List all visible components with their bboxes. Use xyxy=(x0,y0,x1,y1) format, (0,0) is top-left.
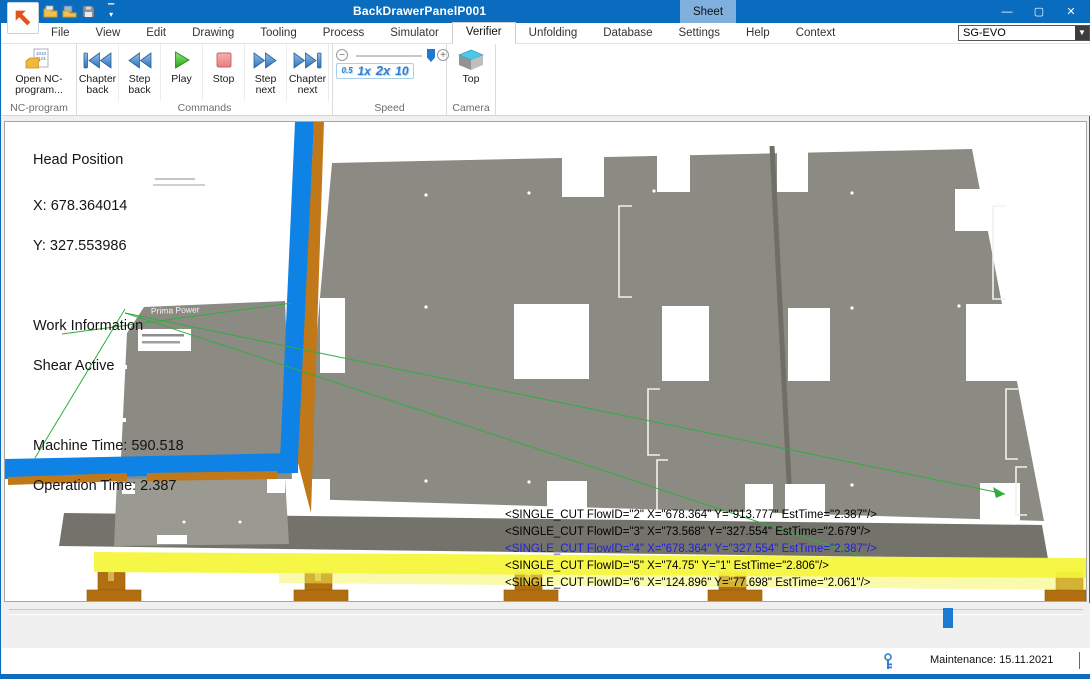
stop-button[interactable]: Stop xyxy=(203,44,245,101)
chapter-next-label: Chapter next xyxy=(286,74,330,96)
chapter-next-icon xyxy=(293,49,322,71)
nc-line: <SINGLE_CUT FlowID="3" X="73.568" Y="327… xyxy=(505,526,871,538)
dropdown-arrow-icon[interactable]: ▼ xyxy=(1075,26,1089,40)
maintenance-date: Maintenance: 15.11.2021 xyxy=(930,654,1053,666)
chapter-back-button[interactable]: Chapter back xyxy=(77,44,119,101)
minimize-button[interactable]: — xyxy=(991,0,1023,23)
stop-icon xyxy=(216,49,232,71)
speed-preset-05x[interactable]: 0.5 xyxy=(341,64,352,78)
tab-drawing[interactable]: Drawing xyxy=(179,23,247,43)
ribbon: 1010 0101 Open NC-program... NC-program … xyxy=(2,44,1090,116)
save-icon[interactable] xyxy=(81,4,96,19)
nc-line-active: <SINGLE_CUT FlowID="4" X="678.364" Y="32… xyxy=(505,543,877,555)
play-icon xyxy=(174,49,190,71)
group-label-nc-program: NC-program xyxy=(2,102,76,114)
close-button[interactable]: ✕ xyxy=(1055,0,1087,23)
speed-preset-2x[interactable]: 2x xyxy=(376,64,390,78)
timeline-strip xyxy=(2,603,1090,648)
camera-top-label: Top xyxy=(463,74,480,85)
quick-access-toolbar: ▔▾ xyxy=(43,4,114,19)
play-label: Play xyxy=(171,74,191,85)
tab-help[interactable]: Help xyxy=(733,23,783,43)
maximize-button[interactable]: ▢ xyxy=(1023,0,1055,23)
ribbon-tab-bar: File View Edit Drawing Tooling Process S… xyxy=(2,23,1090,44)
group-speed: − + 0.5 1x 2x 10 Speed xyxy=(333,44,447,115)
chapter-back-label: Chapter back xyxy=(78,74,118,96)
open-machine-icon[interactable] xyxy=(62,4,77,19)
group-nc-program: 1010 0101 Open NC-program... NC-program xyxy=(2,44,77,115)
open-nc-program-label: Open NC-program... xyxy=(5,74,73,96)
group-label-speed: Speed xyxy=(333,102,446,114)
tab-settings[interactable]: Settings xyxy=(665,23,733,43)
speed-preset-1x[interactable]: 1x xyxy=(358,64,371,78)
tab-simulator[interactable]: Simulator xyxy=(377,23,452,43)
head-position-title: Head Position xyxy=(33,154,184,168)
tab-verifier[interactable]: Verifier xyxy=(452,22,516,45)
step-next-icon xyxy=(253,49,278,71)
camera-top-button[interactable]: Top xyxy=(448,44,495,101)
chapter-next-button[interactable]: Chapter next xyxy=(287,44,329,101)
open-nc-program-button[interactable]: 1010 0101 Open NC-program... xyxy=(3,44,76,101)
group-camera: Top Camera xyxy=(447,44,496,115)
tab-database[interactable]: Database xyxy=(590,23,665,43)
open-file-icon[interactable] xyxy=(43,4,58,19)
app-logo-icon xyxy=(12,7,34,29)
chapter-back-icon xyxy=(83,49,112,71)
qat-customize-icon[interactable]: ▔▾ xyxy=(108,6,114,18)
3d-viewport[interactable]: Prima Power xyxy=(4,121,1087,602)
license-key-icon xyxy=(882,653,894,670)
context-tab-sheet[interactable]: Sheet xyxy=(680,0,736,23)
speed-presets: 0.5 1x 2x 10 xyxy=(336,63,414,79)
sheet-panel xyxy=(290,141,1044,524)
tab-process[interactable]: Process xyxy=(310,23,378,43)
operation-time: Operation Time: 2.387 xyxy=(33,480,184,494)
speed-preset-10x[interactable]: 10 xyxy=(395,64,408,78)
group-label-camera: Camera xyxy=(447,102,495,114)
step-back-icon xyxy=(127,49,152,71)
stop-label: Stop xyxy=(213,74,235,85)
nc-line: <SINGLE_CUT FlowID="2" X="678.364" Y="91… xyxy=(505,509,877,521)
tab-edit[interactable]: Edit xyxy=(133,23,179,43)
nc-line: <SINGLE_CUT FlowID="6" X="124.896" Y="77… xyxy=(505,577,871,589)
window-bottom-border xyxy=(1,674,1090,679)
step-back-label: Step back xyxy=(123,74,157,96)
machine-time: Machine Time: 590.518 xyxy=(33,440,184,454)
app-logo-button[interactable] xyxy=(7,2,39,34)
window-title: BackDrawerPanelP001 xyxy=(353,4,486,18)
tab-view[interactable]: View xyxy=(83,23,134,43)
machine-selector-dropdown[interactable]: SG-EVO ▼ xyxy=(958,25,1090,41)
tab-unfolding[interactable]: Unfolding xyxy=(516,23,591,43)
speed-decrease-button[interactable]: − xyxy=(336,49,348,61)
group-label-commands: Commands xyxy=(77,102,332,114)
group-commands: Chapter back Step back Play Stop xyxy=(77,44,333,115)
status-separator xyxy=(1079,652,1080,669)
machine-selector-value: SG-EVO xyxy=(963,27,1006,39)
app-window: BackDrawerPanelP001 Sheet — ▢ ✕ ▔▾ File … xyxy=(0,0,1090,679)
status-bar: Maintenance: 15.11.2021 xyxy=(2,648,1090,674)
hud-overlay: Head Position X: 678.364014 Y: 327.55398… xyxy=(33,127,184,521)
camera-cube-icon xyxy=(458,49,484,71)
tab-file[interactable]: File xyxy=(38,23,83,43)
timeline-track[interactable] xyxy=(9,609,1083,615)
nc-program-file-icon: 1010 0101 xyxy=(25,49,53,71)
tab-tooling[interactable]: Tooling xyxy=(247,23,309,43)
head-position-y: Y: 327.553986 xyxy=(33,240,184,254)
title-bar: BackDrawerPanelP001 Sheet — ▢ ✕ xyxy=(1,0,1090,23)
work-info-title: Work Information xyxy=(33,320,184,334)
play-button[interactable]: Play xyxy=(161,44,203,101)
step-next-button[interactable]: Step next xyxy=(245,44,287,101)
step-back-button[interactable]: Step back xyxy=(119,44,161,101)
timeline-thumb[interactable] xyxy=(943,608,953,628)
speed-slider-thumb[interactable] xyxy=(426,48,436,68)
speed-slider-track[interactable] xyxy=(356,55,422,57)
step-next-label: Step next xyxy=(249,74,283,96)
tab-context[interactable]: Context xyxy=(783,23,849,43)
nc-line: <SINGLE_CUT FlowID="5" X="74.75" Y="1" E… xyxy=(505,560,829,572)
head-position-x: X: 678.364014 xyxy=(33,200,184,214)
work-info-status: Shear Active xyxy=(33,360,184,374)
